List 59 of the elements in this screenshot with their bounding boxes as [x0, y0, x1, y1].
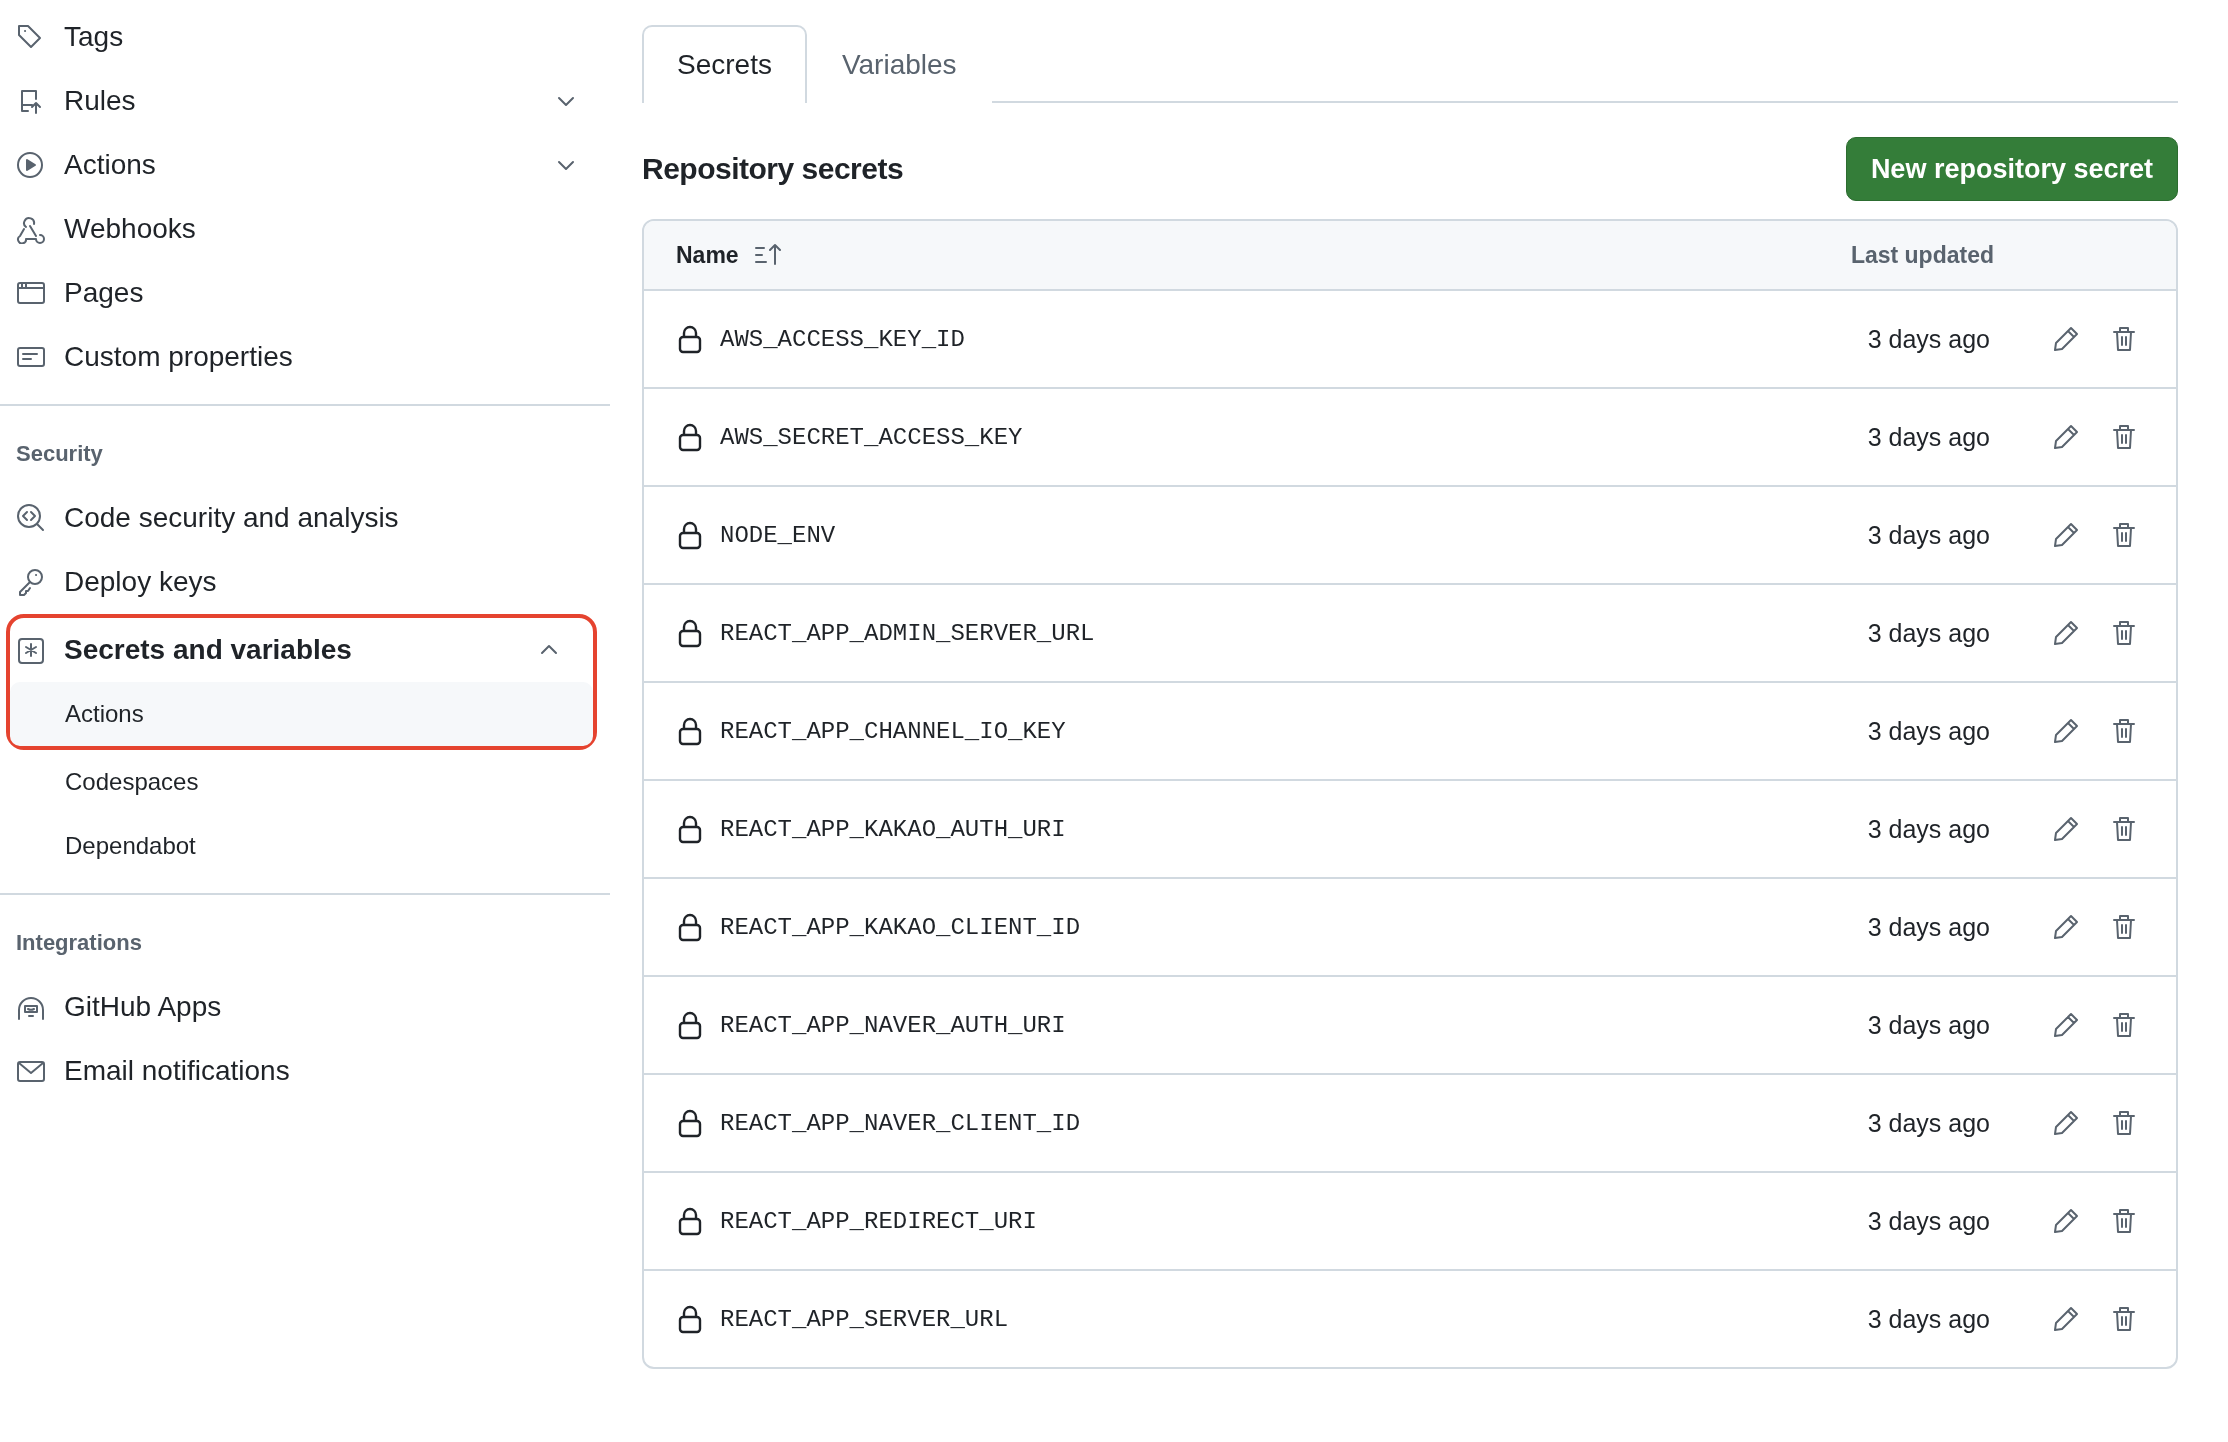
secret-name: REACT_APP_KAKAO_AUTH_URI: [720, 815, 1066, 843]
webhook-icon: [16, 214, 46, 244]
play-icon: [16, 150, 46, 180]
lock-icon: [676, 716, 704, 746]
updated-time: 3 days ago: [1867, 1108, 1990, 1138]
secret-name: REACT_APP_CHANNEL_IO_KEY: [720, 717, 1066, 745]
section-heading: Integrations: [16, 930, 142, 955]
lock-icon: [676, 618, 704, 648]
lock-icon: [676, 1010, 704, 1040]
secret-name: REACT_APP_REDIRECT_URI: [720, 1207, 1037, 1235]
updated-time: 3 days ago: [1867, 324, 1990, 354]
lock-icon: [676, 814, 704, 844]
secret-name: AWS_ACCESS_KEY_ID: [720, 325, 965, 353]
secret-name: REACT_APP_NAVER_AUTH_URI: [720, 1011, 1066, 1039]
updated-time: 3 days ago: [1867, 716, 1990, 746]
sidebar-subitem[interactable]: Actions: [10, 682, 593, 746]
updated-time: 3 days ago: [1867, 1304, 1990, 1334]
secret-name: NODE_ENV: [720, 521, 836, 549]
tab[interactable]: Secrets: [642, 25, 807, 103]
sidebar-item[interactable]: Pages: [0, 261, 610, 325]
sidebar-item[interactable]: Actions: [0, 133, 610, 197]
column-header: Last updated: [1850, 241, 1994, 269]
sidebar-item[interactable]: Secrets and variables: [10, 618, 593, 682]
updated-time: 3 days ago: [1867, 1206, 1990, 1236]
asterisk-box-icon: [16, 635, 46, 665]
updated-time: 3 days ago: [1867, 814, 1990, 844]
lock-icon: [676, 422, 704, 452]
sidebar-item[interactable]: Email notifications: [0, 1039, 610, 1103]
sidebar-item[interactable]: Rules: [0, 69, 610, 133]
column-header[interactable]: Name: [676, 241, 739, 269]
lock-icon: [676, 912, 704, 942]
lock-icon: [676, 1304, 704, 1334]
lock-icon: [676, 520, 704, 550]
secret-name: REACT_APP_KAKAO_CLIENT_ID: [720, 913, 1081, 941]
sidebar-item[interactable]: Tags: [0, 5, 610, 69]
lock-icon: [676, 324, 704, 354]
lock-icon: [676, 1206, 704, 1236]
secret-name: REACT_APP_NAVER_CLIENT_ID: [720, 1109, 1081, 1137]
key-icon: [16, 567, 46, 597]
sidebar-item[interactable]: Webhooks: [0, 197, 610, 261]
updated-time: 3 days ago: [1867, 618, 1990, 648]
secret-name: REACT_APP_ADMIN_SERVER_URL: [720, 619, 1095, 647]
updated-time: 3 days ago: [1867, 1010, 1990, 1040]
sidebar-item[interactable]: Code security and analysis: [0, 486, 610, 550]
secret-name: AWS_SECRET_ACCESS_KEY: [720, 423, 1023, 451]
sidebar-item[interactable]: Deploy keys: [0, 550, 610, 614]
magnifier-code-icon: [16, 503, 46, 533]
lock-icon: [676, 1108, 704, 1138]
sidebar-item[interactable]: Custom properties: [0, 325, 610, 389]
updated-time: 3 days ago: [1867, 422, 1990, 452]
updated-time: 3 days ago: [1867, 520, 1990, 550]
sidebar-subitem[interactable]: Dependabot: [0, 814, 610, 878]
section-heading: Security: [16, 441, 103, 466]
section-heading: Repository secrets: [642, 152, 904, 186]
new-secret-button[interactable]: New repository secret: [1845, 137, 2178, 201]
sidebar-item[interactable]: GitHub Apps: [0, 975, 610, 1039]
sidebar-subitem[interactable]: Codespaces: [0, 750, 610, 814]
updated-time: 3 days ago: [1867, 912, 1990, 942]
secret-name: REACT_APP_SERVER_URL: [720, 1305, 1009, 1333]
